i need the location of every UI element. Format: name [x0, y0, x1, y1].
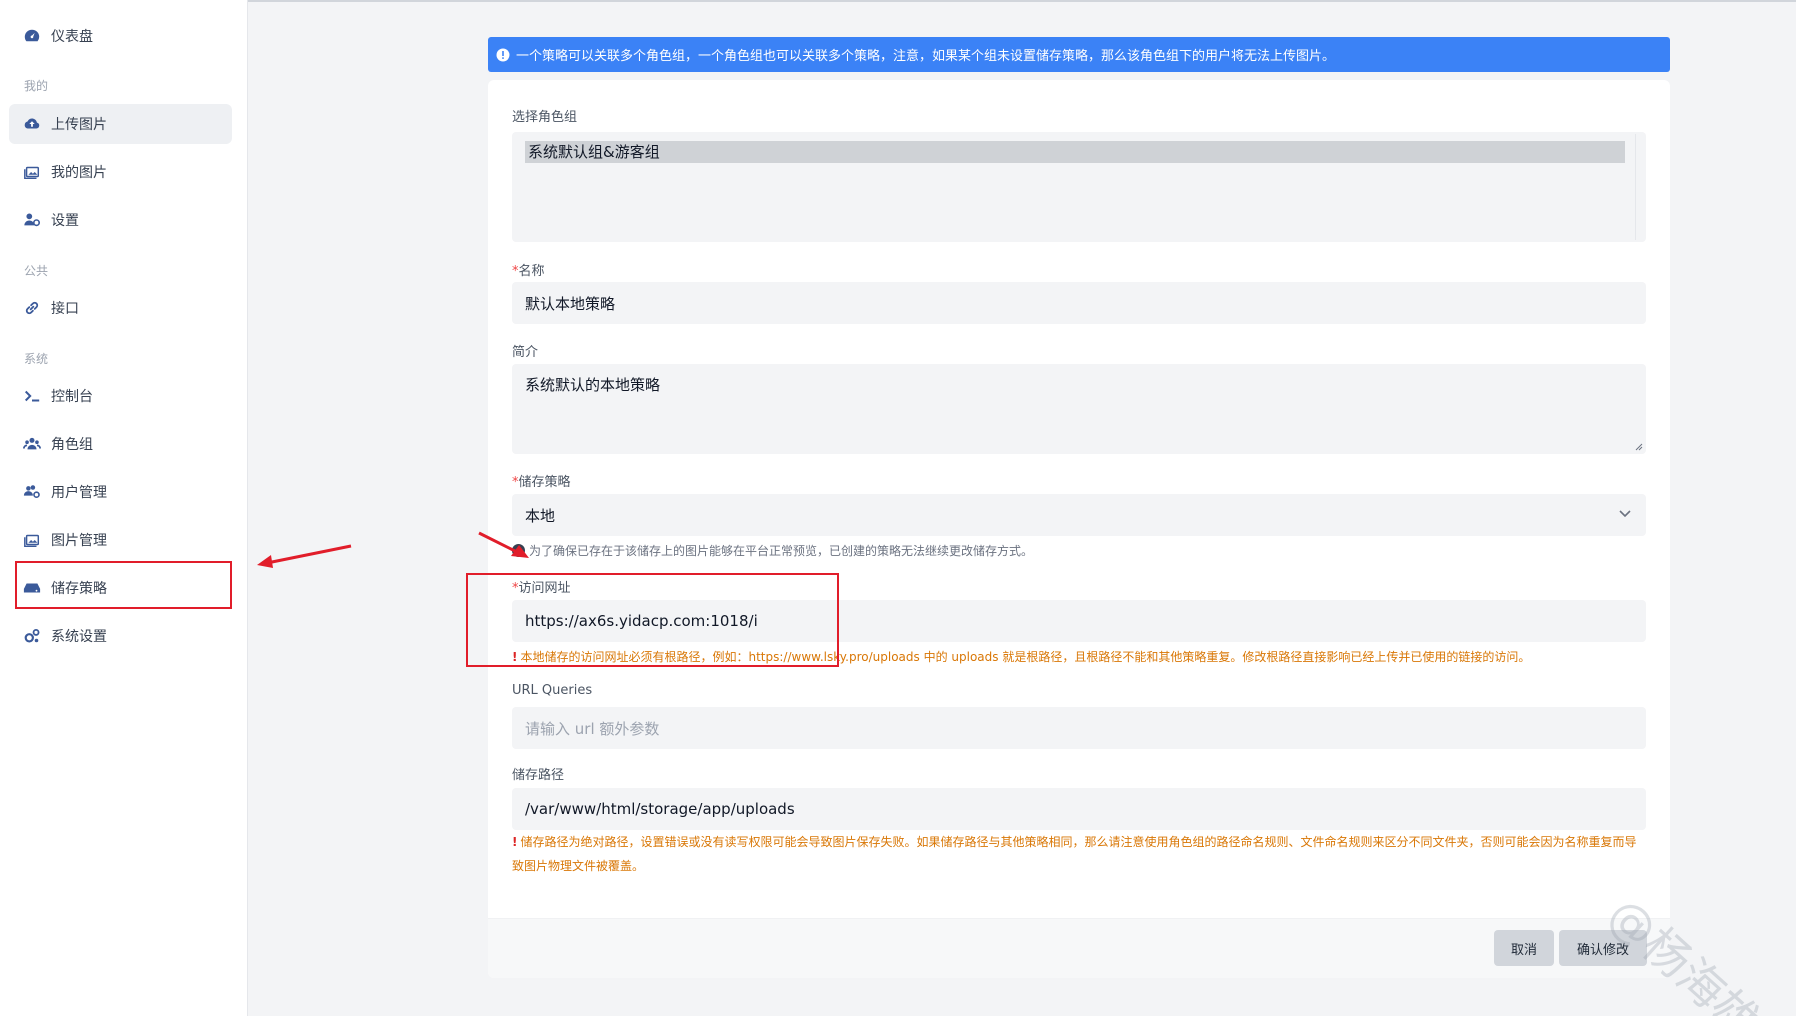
- role-group-label: 选择角色组: [512, 110, 578, 125]
- sidebar-item-dashboard[interactable]: 仪表盘: [9, 16, 232, 56]
- sidebar-item-system-settings[interactable]: 系统设置: [9, 616, 232, 656]
- cogs-icon: [23, 627, 41, 645]
- sidebar-item-label: 上传图片: [51, 117, 107, 133]
- annotation-box-sidebar: [15, 561, 232, 609]
- name-label-text: 名称: [518, 264, 545, 279]
- sidebar-item-label: 角色组: [51, 437, 93, 453]
- form-footer: [488, 918, 1670, 978]
- sidebar-item-api[interactable]: 接口: [9, 288, 232, 328]
- cancel-button[interactable]: 取消: [1494, 930, 1554, 966]
- sidebar-item-label: 设置: [51, 213, 79, 229]
- section-label-mine: 我的: [24, 79, 49, 93]
- sidebar-item-role-groups[interactable]: 角色组: [9, 424, 232, 464]
- user-cog-icon: [23, 211, 41, 229]
- info-alert: 一个策略可以关联多个角色组，一个角色组也可以关联多个策略，注意，如果某个组未设置…: [488, 37, 1670, 72]
- users-icon: [23, 435, 41, 453]
- sidebar-item-label: 控制台: [51, 389, 93, 405]
- storage-select-value: 本地: [525, 506, 556, 525]
- sidebar: 仪表盘 我的 上传图片 我的图片 设置 公共 接口 系统 控制台 角色组 用户管…: [0, 0, 248, 1016]
- path-input[interactable]: /var/www/html/storage/app/uploads: [512, 788, 1646, 830]
- url-queries-label: URL Queries: [512, 683, 593, 698]
- path-warning-text: 储存路径为绝对路径，设置错误或没有读写权限可能会导致图片保存失败。如果储存路径与…: [512, 835, 1637, 873]
- users-cog-icon: [23, 483, 41, 501]
- sidebar-item-settings[interactable]: 设置: [9, 200, 232, 240]
- storage-select[interactable]: 本地: [512, 494, 1646, 536]
- images-icon: [23, 163, 41, 181]
- storage-label: *储存策略: [512, 471, 571, 490]
- sidebar-item-upload[interactable]: 上传图片: [9, 104, 232, 144]
- resize-grip-icon[interactable]: [1635, 443, 1643, 451]
- watermark: @杨海雄: [1597, 886, 1771, 1016]
- link-icon: [23, 299, 41, 317]
- terminal-icon: [23, 387, 41, 405]
- policy-form-card: 选择角色组 系统默认组&游客组 *名称 默认本地策略 简介 系统默认的本地策略 …: [488, 80, 1670, 978]
- warning-mark: !: [512, 835, 518, 849]
- intro-label: 简介: [512, 345, 539, 360]
- sidebar-item-label: 用户管理: [51, 485, 107, 501]
- cloud-upload-icon: [23, 115, 41, 133]
- multiselect-scrollbar[interactable]: [1635, 134, 1636, 240]
- name-label: *名称: [512, 260, 545, 279]
- sidebar-item-label: 系统设置: [51, 629, 107, 645]
- annotation-arrow-sidebar: [257, 544, 352, 568]
- storage-hint: 为了确保已存在于该储存上的图片能够在平台正常预览，已创建的策略无法继续更改储存方…: [512, 542, 1033, 559]
- section-label-public: 公共: [24, 264, 49, 278]
- storage-hint-text: 为了确保已存在于该储存上的图片能够在平台正常预览，已创建的策略无法继续更改储存方…: [529, 544, 1034, 558]
- path-warning: ! 储存路径为绝对路径，设置错误或没有读写权限可能会导致图片保存失败。如果储存路径…: [512, 830, 1646, 878]
- dashboard-icon: [23, 27, 41, 45]
- top-border: [0, 0, 1796, 2]
- role-group-option[interactable]: 系统默认组&游客组: [525, 141, 1625, 163]
- chevron-down-icon: [1619, 510, 1631, 518]
- sidebar-item-label: 接口: [51, 301, 79, 317]
- sidebar-item-label: 我的图片: [51, 165, 107, 181]
- sidebar-item-user-management[interactable]: 用户管理: [9, 472, 232, 512]
- sidebar-item-console[interactable]: 控制台: [9, 376, 232, 416]
- url-queries-input[interactable]: 请输入 url 额外参数: [512, 707, 1646, 749]
- sidebar-item-label: 仪表盘: [51, 29, 93, 45]
- sidebar-item-label: 图片管理: [51, 533, 107, 549]
- section-label-system: 系统: [24, 352, 49, 366]
- alert-text: 一个策略可以关联多个角色组，一个角色组也可以关联多个策略，注意，如果某个组未设置…: [516, 49, 1336, 64]
- intro-textarea[interactable]: 系统默认的本地策略: [512, 364, 1646, 454]
- path-label: 储存路径: [512, 768, 565, 783]
- annotation-arrow-url: [478, 531, 529, 558]
- sidebar-item-image-management[interactable]: 图片管理: [9, 520, 232, 560]
- sidebar-item-my-images[interactable]: 我的图片: [9, 152, 232, 192]
- annotation-box-url: [466, 573, 839, 667]
- name-input[interactable]: 默认本地策略: [512, 282, 1646, 324]
- intro-text: 系统默认的本地策略: [525, 376, 661, 394]
- images-icon: [23, 531, 41, 549]
- storage-label-text: 储存策略: [518, 475, 571, 490]
- info-icon: [496, 48, 510, 62]
- role-group-multiselect[interactable]: 系统默认组&游客组: [512, 132, 1646, 242]
